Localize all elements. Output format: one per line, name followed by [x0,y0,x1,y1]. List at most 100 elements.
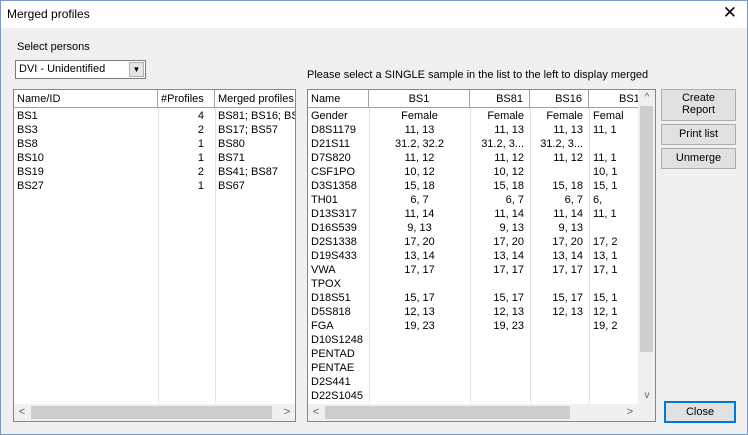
scroll-left-icon[interactable]: < [309,406,323,419]
table-cell: 13, 14 [493,250,524,262]
column-header-sample[interactable]: BS1 [589,90,640,108]
scroll-up-icon[interactable]: ^ [640,92,654,105]
table-cell [530,278,583,291]
table-row[interactable]: BS8 1 BS80 [14,138,295,151]
table-cell: 11, 13 [494,124,524,136]
table-row[interactable]: D2S441 [308,376,639,389]
table-cell: Female [546,110,583,122]
column-header-marker-name[interactable]: Name [308,90,369,108]
table-cell: 10, 1 [593,166,618,178]
title-bar: Merged profiles ✕ [1,1,747,28]
table-cell: 11, 1 [593,152,617,164]
chevron-down-icon[interactable]: ▼ [129,62,144,77]
close-button[interactable]: Close [664,401,736,423]
table-row[interactable]: D7S820 11, 12 11, 12 11, 12 11, 1 [308,152,639,165]
table-cell: BS17; BS57 [218,124,278,136]
table-row[interactable]: TPOX [308,278,639,291]
scroll-right-icon[interactable]: > [280,406,294,419]
unmerge-button[interactable]: Unmerge [661,148,736,169]
persons-grid[interactable]: Name/ID #Profiles Merged profiles BS1 4 BS… [13,89,296,422]
table-row[interactable]: D18S51 15, 17 15, 17 15, 17 15, 1 [308,292,639,305]
scroll-left-icon[interactable]: < [15,406,29,419]
table-cell [470,278,524,291]
table-cell: BS27 [17,180,44,192]
table-row[interactable]: D22S1045 [308,390,639,403]
table-row[interactable]: D3S1358 15, 18 15, 18 15, 18 15, 1 [308,180,639,193]
table-cell: 17, 17 [552,264,583,276]
scroll-down-icon[interactable]: v [640,390,654,403]
scroll-thumb[interactable] [31,406,272,419]
table-cell: VWA [311,264,336,276]
table-cell: 13, 14 [552,250,583,262]
column-header-sample[interactable]: BS81 [470,90,530,108]
close-icon[interactable]: ✕ [723,3,737,23]
table-row[interactable]: BS19 2 BS41; BS87 [14,166,295,179]
table-row[interactable]: TH01 6, 7 6, 7 6, 7 6, [308,194,639,207]
table-cell: 31.2, 3... [481,138,524,150]
horizontal-scrollbar[interactable]: < > [308,404,655,421]
table-row[interactable]: Gender Female Female Female Femal [308,110,639,123]
table-row[interactable]: D5S818 12, 13 12, 13 12, 13 12, 1 [308,306,639,319]
table-cell: 11, 12 [494,152,524,164]
merged-profile-grid[interactable]: Name BS1 BS81 BS16 BS1 Gender Female Femal… [307,89,656,422]
table-row[interactable]: D21S11 31.2, 32.2 31.2, 3... 31.2, 3... [308,138,639,151]
table-cell: D19S433 [311,250,357,262]
table-row[interactable]: D16S539 9, 13 9, 13 9, 13 [308,222,639,235]
table-row[interactable]: VWA 17, 17 17, 17 17, 17 17, 1 [308,264,639,277]
table-row[interactable]: FGA 19, 23 19, 23 19, 2 [308,320,639,333]
table-cell: D2S1338 [311,236,357,248]
table-cell: BS67 [218,180,245,192]
table-cell: FGA [311,320,334,332]
table-row[interactable]: BS1 4 BS81; BS16; BS [14,110,295,123]
vertical-scrollbar[interactable]: ^ v [638,90,655,404]
table-cell: 1 [197,180,204,192]
table-row[interactable]: D2S1338 17, 20 17, 20 17, 20 17, 2 [308,236,639,249]
horizontal-scrollbar[interactable]: < > [14,404,295,421]
column-header-name-id[interactable]: Name/ID [14,90,158,108]
table-row[interactable]: PENTAE [308,362,639,375]
column-header-sample[interactable]: BS1 [369,90,470,108]
table-cell: TPOX [311,278,341,290]
table-cell [470,334,524,347]
table-row[interactable]: BS27 1 BS67 [14,180,295,193]
table-cell: BS80 [218,138,245,150]
table-cell: BS10 [17,152,44,164]
scroll-right-icon[interactable]: > [623,406,637,419]
table-cell: 13, 1 [593,250,618,262]
table-cell: 10, 12 [493,166,524,178]
table-cell: 11, 12 [553,152,583,164]
table-cell [530,334,583,347]
print-list-button[interactable]: Print list [661,124,736,145]
column-header-profiles[interactable]: #Profiles [158,90,215,108]
table-cell: 2 [197,124,204,136]
window-title: Merged profiles [7,7,90,21]
table-cell: 1 [197,152,204,164]
table-cell: 17, 20 [404,236,435,248]
table-cell: TH01 [311,194,338,206]
table-row[interactable]: D10S1248 [308,334,639,347]
scroll-thumb[interactable] [325,406,570,419]
column-header-sample[interactable]: BS16 [530,90,589,108]
table-cell [593,278,639,291]
table-cell: 15, 1 [593,292,618,304]
table-cell: 11, 13 [404,124,435,136]
select-persons-label: Select persons [17,41,90,53]
person-select[interactable]: DVI - Unidentified ▼ [15,60,146,79]
table-cell: 15, 17 [552,292,583,304]
table-row[interactable]: CSF1PO 10, 12 10, 12 10, 1 [308,166,639,179]
table-row[interactable]: PENTAD [308,348,639,361]
person-select-value: DVI - Unidentified [19,63,106,75]
scroll-thumb[interactable] [640,106,653,352]
table-row[interactable]: BS10 1 BS71 [14,152,295,165]
table-cell: 31.2, 3... [540,138,583,150]
table-row[interactable]: D13S317 11, 14 11, 14 11, 14 11, 1 [308,208,639,221]
table-cell: 11, 14 [404,208,435,220]
table-cell: 17, 1 [593,264,618,276]
table-cell: 15, 1 [593,180,618,192]
table-row[interactable]: BS3 2 BS17; BS57 [14,124,295,137]
table-row[interactable]: D19S433 13, 14 13, 14 13, 14 13, 1 [308,250,639,263]
table-row[interactable]: D8S1179 11, 13 11, 13 11, 13 11, 1 [308,124,639,137]
column-header-merged-profiles[interactable]: Merged profiles [215,90,295,108]
create-report-button[interactable]: Create Report [661,89,736,121]
table-cell: 11, 14 [553,208,583,220]
